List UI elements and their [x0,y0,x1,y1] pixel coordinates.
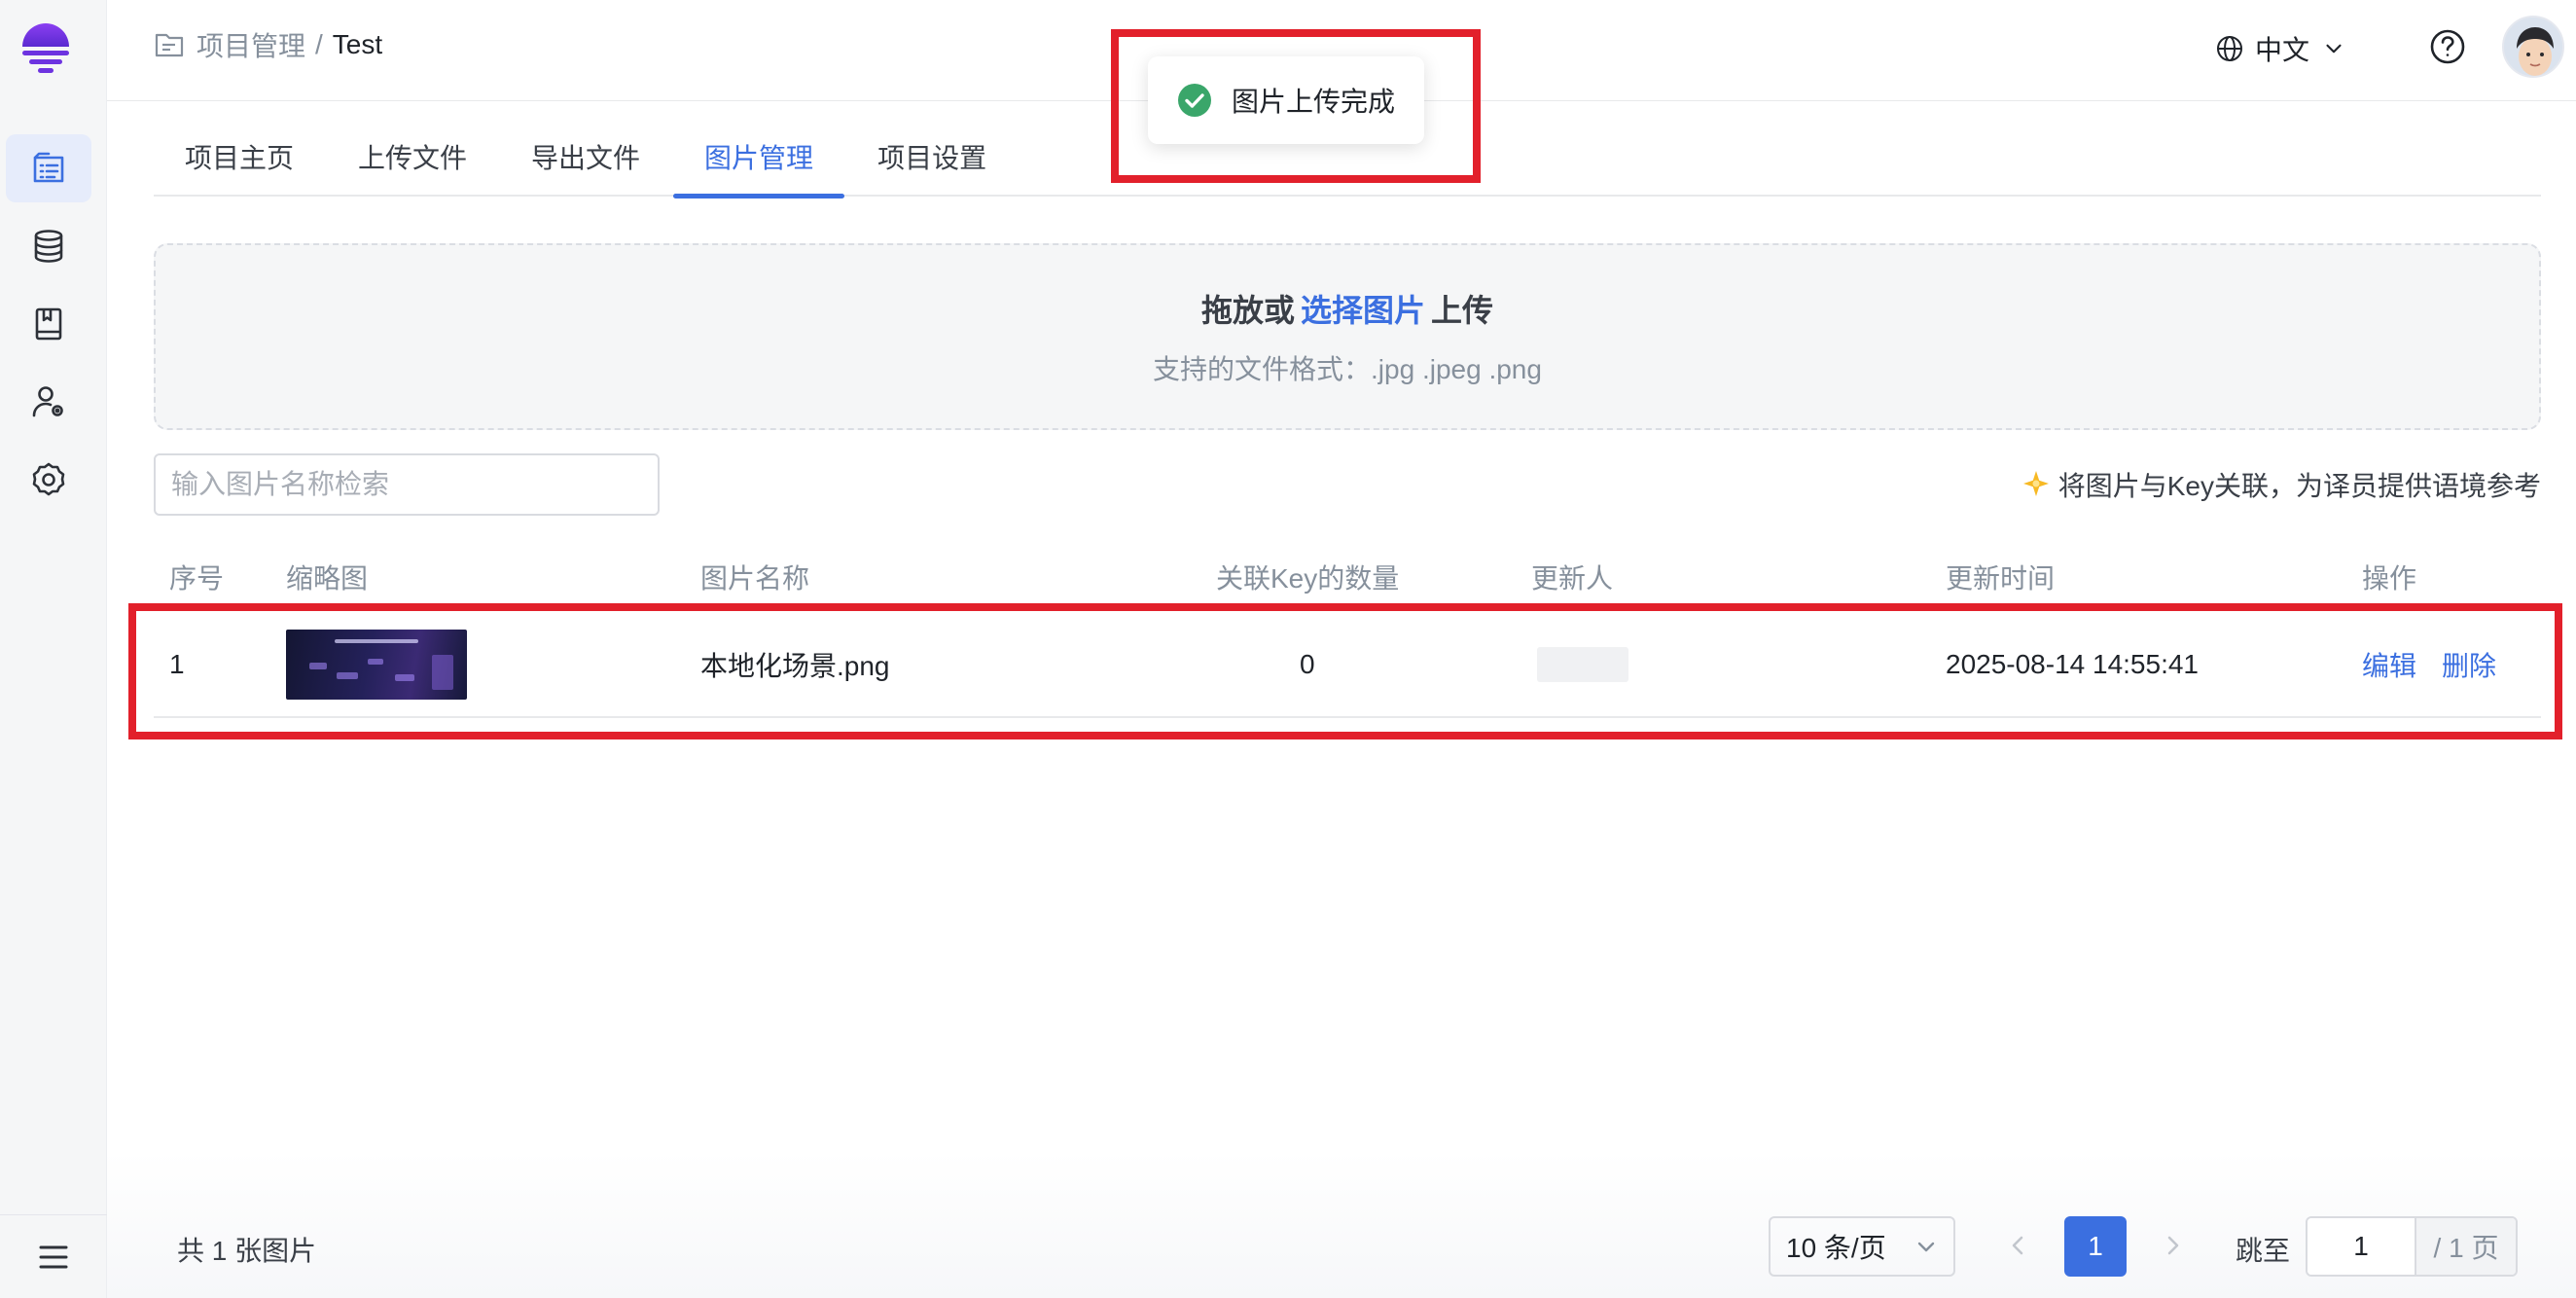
next-page-icon[interactable] [2156,1228,2191,1263]
row-image-name: 本地化场景.png [700,651,890,681]
updater-placeholder [1537,647,1628,682]
col-actions: 操作 [2362,563,2417,594]
context-tip-text: 将图片与Key关联，为译员提供语境参考 [2057,471,2541,501]
table-header: 序号 缩略图 图片名称 关联Key的数量 更新人 更新时间 操作 [154,553,2541,601]
total-count: 共 1 张图片 [177,1236,317,1266]
book-icon [35,307,62,341]
col-updater: 更新人 [1531,563,1614,594]
tab-upload-files[interactable]: 上传文件 [327,117,498,197]
language-switcher[interactable]: 中文 [2214,29,2346,68]
breadcrumb: 项目管理 / Test [154,25,382,64]
sidebar [0,0,107,1298]
col-thumbnail: 缩略图 [286,563,369,594]
row-updater [1537,613,1628,716]
context-tip: 将图片与Key关联，为译员提供语境参考 [2020,465,2541,504]
chevron-down-icon [2326,44,2342,54]
jump-page-input[interactable] [2308,1218,2415,1275]
logo[interactable] [19,18,72,78]
check-circle-icon [1178,84,1211,117]
list-icon [33,152,64,183]
row-thumbnail-cell [286,613,467,716]
footer-shade [107,1152,2576,1298]
tab-project-home[interactable]: 项目主页 [154,117,325,197]
user-settings-icon [32,386,63,417]
user-avatar[interactable] [2502,16,2564,78]
sidebar-collapse[interactable] [0,1214,107,1298]
sidebar-item-projects[interactable] [6,134,91,202]
tab-export-files[interactable]: 导出文件 [500,117,671,197]
row-updated-at: 2025-08-14 14:55:41 [1946,649,2199,679]
tab-image-management[interactable]: 图片管理 [673,117,845,198]
tab-project-settings[interactable]: 项目设置 [846,117,1018,197]
image-search-input[interactable] [154,453,660,516]
row-key-count: 0 [1300,649,1315,679]
gear-icon [32,462,65,496]
globe-icon [2217,36,2242,61]
sidebar-item-members[interactable] [6,368,91,436]
logo-icon [22,23,69,73]
dropzone-suffix: 上传 [1431,293,1494,328]
table-row: 1 本地化场景.png 0 2025-08-14 14:55:41 编辑 删除 [154,613,2541,718]
row-actions: 编辑 删除 [2362,613,2522,716]
jump-to-page: / 1 页 [2306,1216,2518,1277]
upload-success-toast: 图片上传完成 [1148,56,1424,144]
image-dropzone[interactable]: 拖放或 选择图片 上传 支持的文件格式：.jpg .jpeg .png [154,243,2541,430]
app-root: 项目管理 / Test 中文 项目主页 上传文件 导出文件 图片管理 项目设置 … [0,0,2576,1298]
page-total: / 1 页 [2415,1218,2516,1275]
select-image-link[interactable]: 选择图片 [1301,293,1425,328]
image-thumbnail[interactable] [286,630,467,700]
breadcrumb-parent[interactable]: 项目管理 [197,25,305,64]
sparkle-icon [2022,471,2049,496]
dropzone-title: 拖放或 选择图片 上传 [1201,286,1493,331]
avatar-icon [2504,18,2562,76]
folder-icon [155,33,184,57]
database-icon [34,230,63,263]
language-label: 中文 [2255,35,2310,65]
menu-icon [39,1245,68,1268]
dropzone-prefix: 拖放或 [1200,293,1295,328]
dropzone-format-hint: 支持的文件格式：.jpg .jpeg .png [1153,354,1542,384]
jump-label: 跳至 [2236,1236,2291,1266]
row-index: 1 [169,649,185,679]
chevron-down-icon [1917,1242,1935,1252]
breadcrumb-current: Test [332,29,383,59]
col-index: 序号 [169,563,225,594]
col-updated-at: 更新时间 [1946,563,2056,594]
help-icon[interactable] [2428,27,2467,66]
page-size-select[interactable]: 10 条/页 [1769,1216,1955,1277]
prev-page-icon[interactable] [2000,1228,2035,1263]
edit-button[interactable]: 编辑 [2362,645,2416,684]
page-size-value: 10 条/页 [1786,1233,1886,1263]
col-name: 图片名称 [700,563,810,594]
delete-button[interactable]: 删除 [2442,645,2496,684]
toast-message: 图片上传完成 [1232,87,1396,117]
sidebar-item-glossary[interactable] [6,290,91,358]
breadcrumb-separator: / [315,29,323,59]
col-key-count: 关联Key的数量 [1216,563,1400,594]
page-1-button[interactable]: 1 [2064,1216,2127,1277]
sidebar-item-settings[interactable] [6,446,91,514]
sidebar-item-database[interactable] [6,212,91,280]
